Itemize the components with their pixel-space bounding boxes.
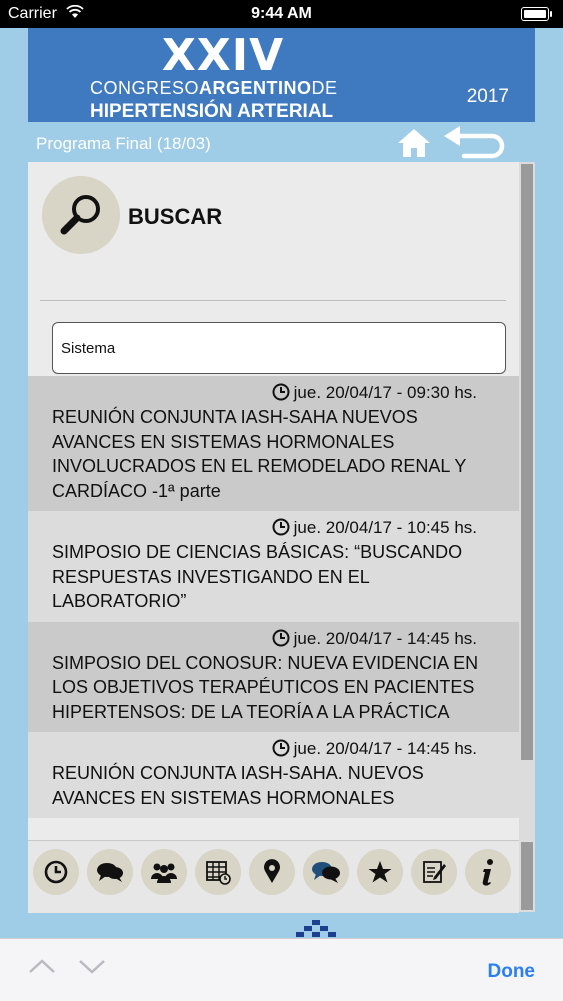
banner-word-de: DE — [311, 78, 338, 98]
clock-icon — [272, 518, 290, 536]
search-icon — [60, 195, 100, 235]
tab-favorites[interactable] — [357, 849, 403, 895]
tab-notes[interactable] — [411, 849, 457, 895]
chat-icon — [97, 863, 123, 882]
result-item[interactable]: jue. 20/04/17 - 09:30 hs. REUNIÓN CONJUN… — [28, 376, 519, 511]
previous-field-button[interactable] — [28, 957, 56, 980]
done-button[interactable]: Done — [488, 961, 536, 983]
calendar-grid-icon — [206, 861, 231, 885]
notes-icon — [423, 861, 446, 883]
result-title: REUNIÓN CONJUNTA IASH-SAHA. NUEVOS AVANC… — [52, 763, 424, 808]
banner-roman-numeral: XXIV — [161, 30, 285, 81]
nav-row: Programa Final (18/03) — [0, 126, 563, 162]
info-icon — [482, 859, 493, 886]
result-title: SIMPOSIO DE CIENCIAS BÁSICAS: “BUSCANDO … — [52, 542, 463, 611]
status-bar: Carrier 9:44 AM — [0, 0, 563, 28]
back-arrow-icon — [444, 126, 505, 159]
result-date: jue. 20/04/17 - 14:45 hs. — [293, 628, 477, 648]
program-title: Programa Final (18/03) — [36, 134, 211, 153]
result-date: jue. 20/04/17 - 10:45 hs. — [293, 518, 477, 537]
result-date-row: jue. 20/04/17 - 14:45 hs. — [52, 627, 495, 651]
chevron-up-icon — [29, 959, 55, 973]
banner-word-argentino: ARGENTINO — [199, 78, 312, 98]
speech-bubbles-icon — [312, 862, 340, 883]
result-date: jue. 20/04/17 - 14:45 hs. — [293, 739, 477, 758]
tab-chat[interactable] — [87, 849, 133, 895]
result-title: SIMPOSIO DEL CONOSUR: NUEVA EVIDENCIA EN… — [52, 652, 479, 722]
tab-people[interactable] — [141, 849, 187, 895]
tab-calendar[interactable] — [195, 849, 241, 895]
banner-line-1: CONGRESOARGENTINODE — [90, 78, 338, 99]
result-date-row: jue. 20/04/17 - 14:45 hs. — [52, 737, 495, 761]
location-pin-icon — [264, 859, 280, 883]
banner-year: 2017 — [466, 86, 509, 107]
search-input[interactable] — [52, 322, 506, 374]
result-item[interactable]: jue. 20/04/17 - 14:45 hs. REUNIÓN CONJUN… — [28, 732, 519, 818]
home-icon — [398, 129, 430, 157]
pixel-logo — [294, 918, 338, 938]
result-item[interactable]: jue. 20/04/17 - 10:45 hs. SIMPOSIO DE CI… — [28, 511, 519, 622]
home-button[interactable] — [396, 126, 432, 160]
congress-banner: XXIV CONGRESOARGENTINODE HIPERTENSIÓN AR… — [28, 28, 535, 122]
results-list: jue. 20/04/17 - 09:30 hs. REUNIÓN CONJUN… — [28, 376, 519, 818]
tab-discussion[interactable] — [303, 849, 349, 895]
chevron-down-icon — [79, 960, 105, 974]
battery-icon — [521, 7, 552, 21]
clock-icon — [272, 629, 290, 646]
divider — [40, 300, 506, 301]
status-time: 9:44 AM — [251, 5, 312, 22]
clock-icon — [272, 739, 290, 757]
scrollbar-thumb-lower — [521, 842, 533, 910]
tab-location[interactable] — [249, 849, 295, 895]
search-panel: BUSCAR jue. 20/04/17 - 09:30 hs. REUNIÓN… — [28, 162, 519, 912]
keyboard-accessory-bar: Done — [0, 938, 563, 1001]
clock-icon — [272, 383, 290, 401]
search-header: BUSCAR — [28, 162, 519, 300]
result-date-row: jue. 20/04/17 - 09:30 hs. — [52, 381, 495, 405]
result-date: jue. 20/04/17 - 09:30 hs. — [293, 383, 477, 402]
next-field-button[interactable] — [78, 957, 106, 980]
banner-word-congreso: CONGRESO — [90, 78, 200, 98]
clock-icon — [44, 860, 68, 884]
back-button[interactable] — [440, 126, 506, 160]
scrollbar-thumb[interactable] — [521, 164, 533, 760]
tab-info[interactable] — [465, 849, 511, 895]
people-icon — [151, 863, 177, 883]
tab-bar — [28, 840, 519, 913]
result-date-row: jue. 20/04/17 - 10:45 hs. — [52, 516, 495, 540]
result-item[interactable]: jue. 20/04/17 - 14:45 hs. SIMPOSIO DEL C… — [28, 621, 519, 732]
result-title: REUNIÓN CONJUNTA IASH-SAHA NUEVOS AVANCE… — [52, 407, 467, 501]
search-badge — [42, 176, 120, 254]
tab-schedule[interactable] — [33, 849, 79, 895]
banner-line-2: HIPERTENSIÓN ARTERIAL — [90, 101, 334, 122]
search-heading: BUSCAR — [128, 204, 223, 229]
star-icon — [368, 861, 392, 883]
